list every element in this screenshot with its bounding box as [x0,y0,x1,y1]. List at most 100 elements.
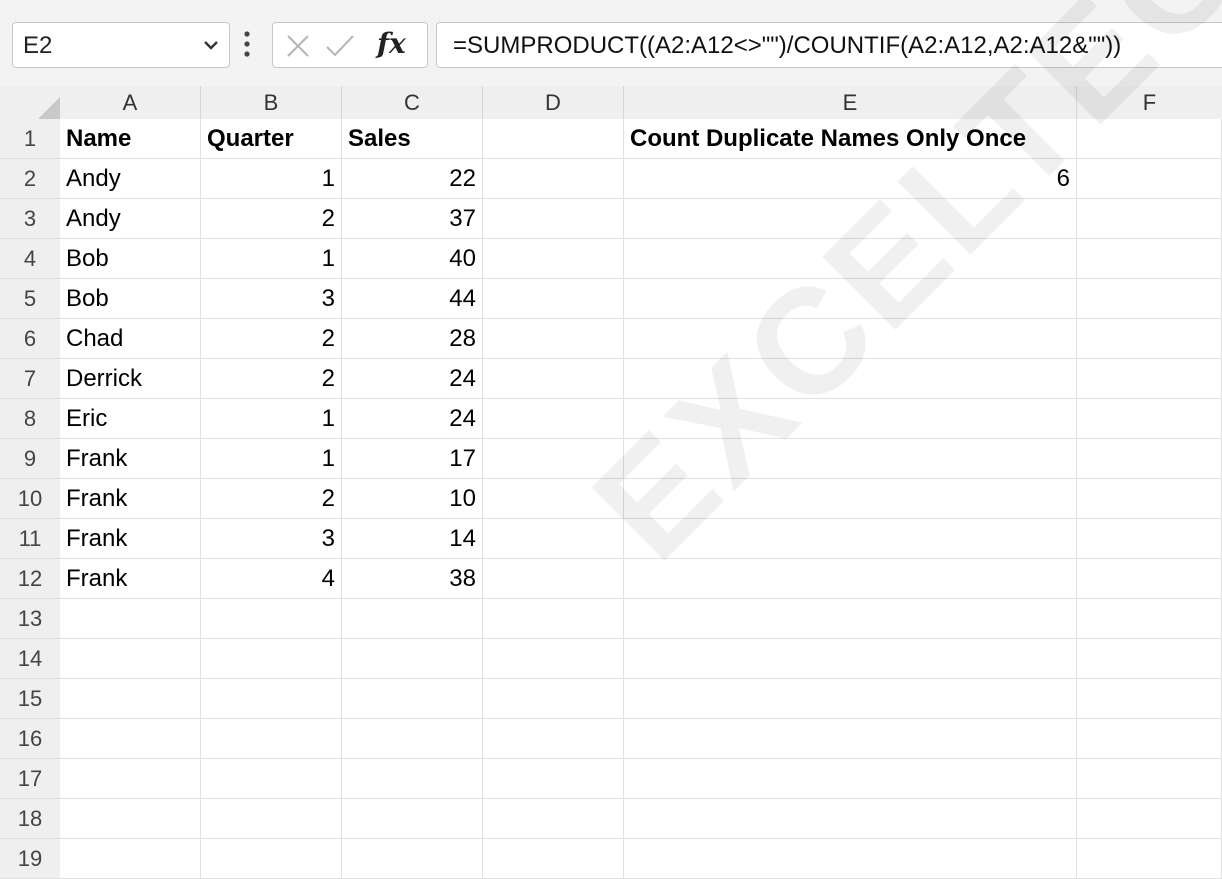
cell-e11[interactable] [624,519,1077,559]
cell-d4[interactable] [483,239,624,279]
cell-f16[interactable] [1077,719,1222,759]
cell-b13[interactable] [201,599,342,639]
cell-f18[interactable] [1077,799,1222,839]
cell-d3[interactable] [483,199,624,239]
cell-a5[interactable]: Bob [60,279,201,319]
row-header-4[interactable]: 4 [0,239,60,279]
cell-e5[interactable] [624,279,1077,319]
row-header-2[interactable]: 2 [0,159,60,199]
cell-e13[interactable] [624,599,1077,639]
cell-f6[interactable] [1077,319,1222,359]
cell-a18[interactable] [60,799,201,839]
cell-d19[interactable] [483,839,624,879]
cell-d14[interactable] [483,639,624,679]
chevron-down-icon[interactable] [203,37,219,53]
cell-a16[interactable] [60,719,201,759]
cell-e4[interactable] [624,239,1077,279]
cell-b9[interactable]: 1 [201,439,342,479]
cell-e14[interactable] [624,639,1077,679]
row-header-16[interactable]: 16 [0,719,60,759]
row-header-1[interactable]: 1 [0,119,60,159]
cell-b11[interactable]: 3 [201,519,342,559]
cell-c18[interactable] [342,799,483,839]
cell-e17[interactable] [624,759,1077,799]
name-box[interactable]: E2 [12,22,230,68]
cell-b1[interactable]: Quarter [201,119,342,159]
cell-e1[interactable]: Count Duplicate Names Only Once [624,119,1077,159]
cell-f14[interactable] [1077,639,1222,679]
cell-f9[interactable] [1077,439,1222,479]
cell-b15[interactable] [201,679,342,719]
cell-d6[interactable] [483,319,624,359]
cell-c16[interactable] [342,719,483,759]
select-all-corner[interactable] [0,86,60,119]
cell-a2[interactable]: Andy [60,159,201,199]
cell-e12[interactable] [624,559,1077,599]
cell-c11[interactable]: 14 [342,519,483,559]
cell-e2[interactable]: 6 [624,159,1077,199]
cell-a15[interactable] [60,679,201,719]
column-header-e[interactable]: E [624,86,1077,119]
cell-a14[interactable] [60,639,201,679]
cell-f7[interactable] [1077,359,1222,399]
cell-c17[interactable] [342,759,483,799]
cell-f3[interactable] [1077,199,1222,239]
row-header-14[interactable]: 14 [0,639,60,679]
cell-f2[interactable] [1077,159,1222,199]
cell-c5[interactable]: 44 [342,279,483,319]
cell-b7[interactable]: 2 [201,359,342,399]
enter-check-icon[interactable] [325,33,355,59]
cell-c9[interactable]: 17 [342,439,483,479]
row-header-3[interactable]: 3 [0,199,60,239]
cell-d15[interactable] [483,679,624,719]
cell-a17[interactable] [60,759,201,799]
cell-f12[interactable] [1077,559,1222,599]
cell-b18[interactable] [201,799,342,839]
cell-c15[interactable] [342,679,483,719]
row-header-8[interactable]: 8 [0,399,60,439]
cell-b3[interactable]: 2 [201,199,342,239]
cell-a11[interactable]: Frank [60,519,201,559]
cell-b19[interactable] [201,839,342,879]
cell-f11[interactable] [1077,519,1222,559]
cell-e7[interactable] [624,359,1077,399]
cell-a4[interactable]: Bob [60,239,201,279]
row-header-7[interactable]: 7 [0,359,60,399]
cell-d7[interactable] [483,359,624,399]
cell-e15[interactable] [624,679,1077,719]
cell-b2[interactable]: 1 [201,159,342,199]
row-header-17[interactable]: 17 [0,759,60,799]
cell-e18[interactable] [624,799,1077,839]
cell-a19[interactable] [60,839,201,879]
cell-a8[interactable]: Eric [60,399,201,439]
row-header-18[interactable]: 18 [0,799,60,839]
row-header-5[interactable]: 5 [0,279,60,319]
cell-c14[interactable] [342,639,483,679]
cell-f15[interactable] [1077,679,1222,719]
cancel-icon[interactable] [285,33,311,59]
cell-b17[interactable] [201,759,342,799]
cell-d18[interactable] [483,799,624,839]
cell-d8[interactable] [483,399,624,439]
cell-d5[interactable] [483,279,624,319]
cell-e19[interactable] [624,839,1077,879]
cell-f1[interactable] [1077,119,1222,159]
row-header-15[interactable]: 15 [0,679,60,719]
column-header-c[interactable]: C [342,86,483,119]
cell-a9[interactable]: Frank [60,439,201,479]
cell-d1[interactable] [483,119,624,159]
cell-f5[interactable] [1077,279,1222,319]
cell-f19[interactable] [1077,839,1222,879]
row-header-13[interactable]: 13 [0,599,60,639]
row-header-12[interactable]: 12 [0,559,60,599]
cell-a12[interactable]: Frank [60,559,201,599]
cell-e16[interactable] [624,719,1077,759]
more-vertical-icon[interactable] [242,26,252,62]
cell-c1[interactable]: Sales [342,119,483,159]
row-header-9[interactable]: 9 [0,439,60,479]
cell-c4[interactable]: 40 [342,239,483,279]
cell-d13[interactable] [483,599,624,639]
column-header-f[interactable]: F [1077,86,1222,119]
cell-d10[interactable] [483,479,624,519]
cell-b14[interactable] [201,639,342,679]
